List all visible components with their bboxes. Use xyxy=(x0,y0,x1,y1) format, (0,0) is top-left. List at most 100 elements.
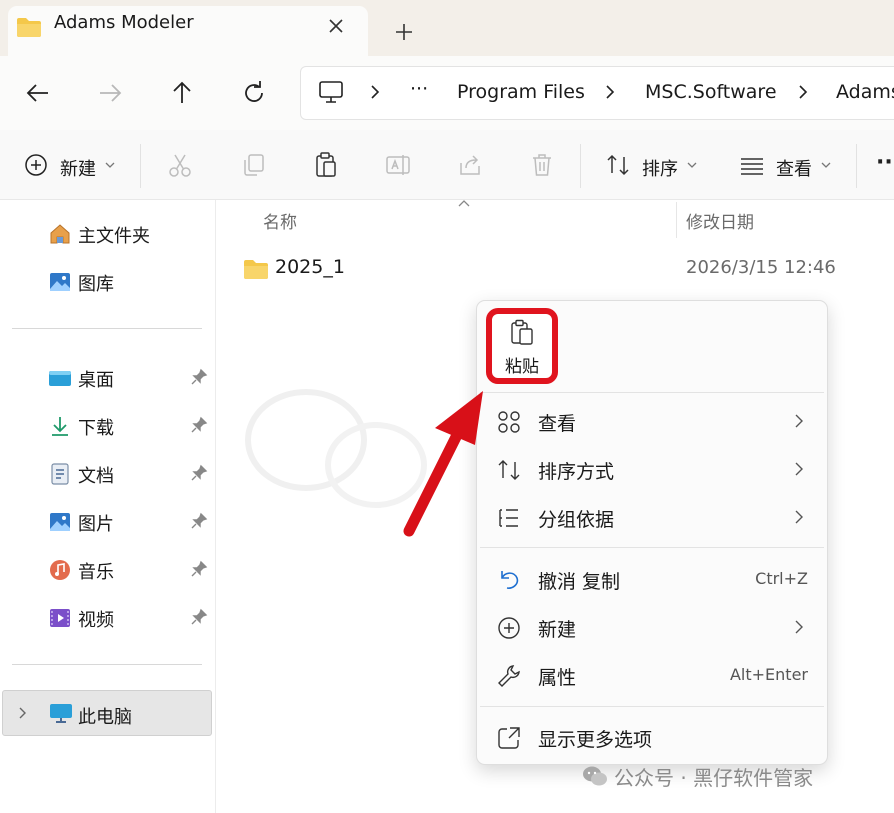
sort-button[interactable]: 排序 xyxy=(642,155,678,181)
nav-item-home[interactable]: 主文件夹 xyxy=(0,213,214,253)
paste-button[interactable]: 粘贴 xyxy=(486,308,558,384)
menu-label-view: 查看 xyxy=(538,413,577,435)
chevron-right-icon xyxy=(799,85,808,99)
new-tab-icon[interactable] xyxy=(390,18,418,46)
menu-label-properties: 属性 xyxy=(538,667,577,689)
chevron-down-icon xyxy=(105,162,115,168)
toolbar-divider xyxy=(856,144,857,188)
nav-label-pictures: 图片 xyxy=(78,514,114,535)
home-icon xyxy=(50,224,70,244)
external-icon xyxy=(498,727,520,749)
column-header-modified[interactable]: 修改日期 xyxy=(686,208,754,233)
menu-item-new[interactable]: 新建 xyxy=(480,604,824,650)
nav-label-videos: 视频 xyxy=(78,610,114,631)
undo-icon xyxy=(501,571,519,589)
menu-label-undo-copy: 撤消 复制 xyxy=(538,571,621,593)
menu-label-show-more-options: 显示更多选项 xyxy=(538,729,653,751)
chevron-down-icon xyxy=(821,162,831,168)
nav-item-downloads[interactable]: 下载 xyxy=(0,405,214,445)
paste-label: 粘贴 xyxy=(505,357,539,377)
menu-item-undo-copy[interactable]: 撤消 复制 Ctrl+Z xyxy=(480,556,824,602)
pin-icon[interactable] xyxy=(190,368,208,386)
new-button[interactable]: 新建 xyxy=(60,155,96,181)
pin-icon[interactable] xyxy=(190,560,208,578)
view-icon[interactable] xyxy=(738,151,766,179)
chevron-right-icon xyxy=(371,85,380,99)
sort-icon[interactable] xyxy=(604,151,632,179)
more-options-button[interactable]: ··· xyxy=(876,150,894,175)
chevron-right-icon[interactable] xyxy=(17,705,29,721)
sort-icon xyxy=(498,460,520,480)
document-icon xyxy=(51,463,69,485)
chevron-right-icon xyxy=(795,414,803,428)
nav-item-music[interactable]: 音乐 xyxy=(0,549,214,589)
pin-icon[interactable] xyxy=(190,416,208,434)
menu-item-view[interactable]: 查看 xyxy=(480,398,824,444)
nav-label-downloads: 下载 xyxy=(78,418,114,439)
copy-icon[interactable] xyxy=(240,151,268,179)
wrench-icon xyxy=(498,665,520,687)
refresh-icon[interactable] xyxy=(234,73,274,113)
paste-icon[interactable] xyxy=(312,151,340,179)
close-tab-icon[interactable] xyxy=(322,12,350,40)
menu-item-properties[interactable]: 属性 Alt+Enter xyxy=(480,652,824,698)
this-pc-icon[interactable] xyxy=(318,80,344,104)
breadcrumb-adams[interactable]: Adams xyxy=(836,81,894,103)
toolbar-divider xyxy=(580,144,581,188)
gallery-icon xyxy=(50,273,70,291)
up-arrow-icon[interactable] xyxy=(162,73,202,113)
nav-item-pictures[interactable]: 图片 xyxy=(0,501,214,541)
menu-label-group-by: 分组依据 xyxy=(538,509,615,531)
menu-label-new: 新建 xyxy=(538,619,577,641)
nav-item-videos[interactable]: 视频 xyxy=(0,597,214,637)
nav-item-gallery[interactable]: 图库 xyxy=(0,261,214,301)
breadcrumb-overflow[interactable]: ··· xyxy=(410,78,428,100)
grid-icon xyxy=(498,411,520,433)
chevron-right-icon xyxy=(795,620,803,634)
rename-icon[interactable] xyxy=(384,151,412,179)
annotation-arrow xyxy=(403,391,483,537)
pin-icon[interactable] xyxy=(190,608,208,626)
paste-icon xyxy=(511,319,533,345)
menu-item-show-more-options[interactable]: 显示更多选项 xyxy=(480,714,824,760)
menu-item-group-by[interactable]: 分组依据 xyxy=(480,494,824,540)
menu-divider xyxy=(480,392,824,393)
view-button[interactable]: 查看 xyxy=(776,155,812,181)
nav-item-this-pc[interactable]: 此电脑 xyxy=(2,690,212,736)
breadcrumb-msc-software[interactable]: MSC.Software xyxy=(645,81,777,103)
folder-icon xyxy=(17,18,41,37)
toolbar-divider xyxy=(140,144,141,188)
music-icon xyxy=(50,560,70,580)
footer-watermark-text: 公众号 · 黑仔软件管家 xyxy=(614,766,814,790)
nav-divider xyxy=(12,328,202,329)
pin-icon[interactable] xyxy=(190,464,208,482)
nav-label-gallery: 图库 xyxy=(78,274,114,295)
video-icon xyxy=(50,609,70,627)
pictures-icon xyxy=(50,513,70,531)
nav-label-music: 音乐 xyxy=(78,562,114,583)
breadcrumb-program-files[interactable]: Program Files xyxy=(457,81,585,103)
plus-circle-icon[interactable] xyxy=(22,151,50,179)
share-icon[interactable] xyxy=(456,151,484,179)
file-modified-date: 2026/3/15 12:46 xyxy=(686,257,836,278)
menu-item-sort-by[interactable]: 排序方式 xyxy=(480,446,824,492)
delete-icon[interactable] xyxy=(528,151,556,179)
chevron-right-icon xyxy=(606,85,615,99)
download-icon xyxy=(52,417,68,436)
nav-item-documents[interactable]: 文档 xyxy=(0,453,214,493)
forward-arrow-icon[interactable] xyxy=(90,73,130,113)
back-arrow-icon[interactable] xyxy=(18,73,58,113)
shortcut-alt-enter: Alt+Enter xyxy=(729,665,808,684)
chevron-right-icon xyxy=(795,462,803,476)
nav-item-desktop[interactable]: 桌面 xyxy=(0,357,214,397)
nav-label-desktop: 桌面 xyxy=(78,370,114,391)
computer-icon xyxy=(50,704,72,723)
pin-icon[interactable] xyxy=(190,512,208,530)
column-divider[interactable] xyxy=(676,202,677,238)
cut-icon[interactable] xyxy=(166,151,194,179)
menu-label-sort-by: 排序方式 xyxy=(538,461,615,483)
list-icon xyxy=(499,509,518,527)
menu-divider xyxy=(480,547,824,548)
column-header-name[interactable]: 名称 xyxy=(263,208,297,233)
nav-label-documents: 文档 xyxy=(78,466,114,487)
